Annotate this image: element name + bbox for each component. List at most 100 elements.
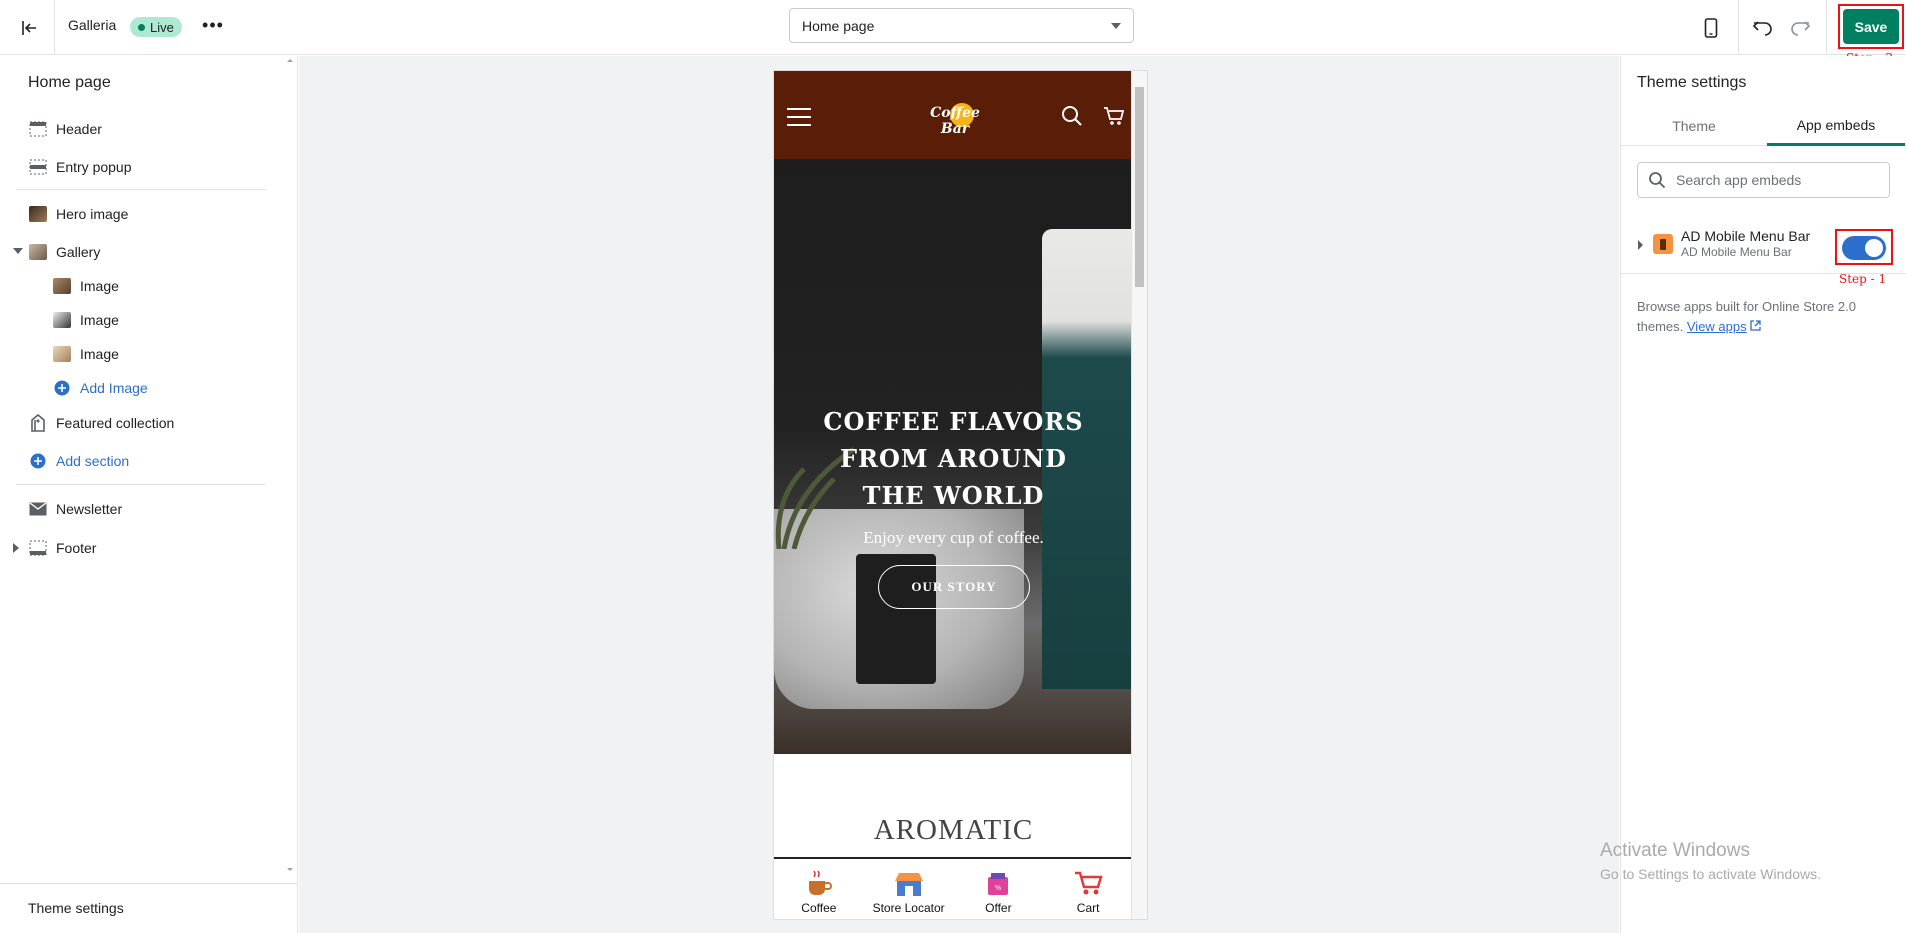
divider xyxy=(16,484,266,485)
sections-sidebar: Home page Header Entry popup Hero image … xyxy=(0,56,298,933)
mobile-preview-icon[interactable] xyxy=(1696,13,1726,43)
top-bar: Galleria Live ••• Home page Save xyxy=(0,0,1906,55)
image-thumbnail-icon xyxy=(52,311,72,329)
tab-theme[interactable]: Theme xyxy=(1621,106,1767,146)
header-section-icon xyxy=(28,120,48,138)
plus-circle-icon xyxy=(52,379,72,397)
add-image-button[interactable]: Add Image xyxy=(0,373,282,403)
exit-icon[interactable] xyxy=(14,13,44,43)
sidebar-scrollbar[interactable] xyxy=(283,56,297,876)
sidebar-item-hero-image[interactable]: Hero image xyxy=(0,199,282,229)
sidebar-item-gallery[interactable]: Gallery xyxy=(0,237,282,267)
status-label: Live xyxy=(150,19,174,35)
store-header: Coffee Bar xyxy=(774,71,1133,159)
sidebar-item-image[interactable]: Image xyxy=(0,339,282,369)
coffee-cup-icon xyxy=(804,869,834,897)
section-title: AROMATIC xyxy=(873,814,1034,846)
theme-name: Galleria xyxy=(68,17,117,33)
more-actions-button[interactable]: ••• xyxy=(200,14,226,40)
tab-app-embeds[interactable]: App embeds xyxy=(1767,106,1905,146)
plus-circle-icon xyxy=(28,452,48,470)
sidebar-item-label: Newsletter xyxy=(56,501,123,517)
add-section-button[interactable]: Add section xyxy=(0,446,282,476)
expand-caret-icon[interactable] xyxy=(1638,240,1643,250)
divider xyxy=(54,0,55,55)
divider xyxy=(16,189,266,190)
popup-section-icon xyxy=(28,158,48,176)
view-apps-link[interactable]: View apps xyxy=(1687,319,1747,334)
offer-icon: % xyxy=(983,869,1013,897)
divider xyxy=(1738,0,1739,55)
undo-icon[interactable] xyxy=(1748,13,1778,43)
mobile-menu-item-offer[interactable]: % Offer xyxy=(954,859,1044,919)
save-button[interactable]: Save xyxy=(1843,9,1899,44)
mobile-preview-frame: Coffee Bar COFFEE FLAVORS FROM AROUND TH… xyxy=(773,70,1148,920)
mobile-menu-label: Store Locator xyxy=(872,901,945,915)
search-icon[interactable] xyxy=(1061,105,1083,130)
sidebar-item-label: Header xyxy=(56,121,102,137)
hero-subtitle: Enjoy every cup of coffee. xyxy=(863,528,1044,547)
page-select[interactable]: Home page xyxy=(789,8,1134,43)
cart-icon[interactable] xyxy=(1103,105,1125,130)
scrollbar-thumb[interactable] xyxy=(1135,87,1144,287)
store-icon xyxy=(894,869,924,897)
sidebar-title: Home page xyxy=(28,74,111,91)
search-app-embeds-input[interactable]: Search app embeds xyxy=(1637,162,1890,198)
step-1-label: Step - 1 xyxy=(1839,272,1887,286)
store-logo[interactable]: Coffee Bar xyxy=(920,93,990,137)
cart-icon xyxy=(1073,869,1103,897)
browse-apps-text: Browse apps built for Online Store 2.0 t… xyxy=(1637,297,1899,337)
page-select-value: Home page xyxy=(802,17,875,34)
theme-settings-label: Theme settings xyxy=(28,900,124,916)
hamburger-menu-icon[interactable] xyxy=(786,107,812,130)
svg-text:%: % xyxy=(995,884,1002,892)
mobile-menu-item-coffee[interactable]: Coffee xyxy=(774,859,864,919)
sidebar-item-header[interactable]: Header xyxy=(0,114,282,144)
sidebar-item-label: Hero image xyxy=(56,206,129,222)
sidebar-item-featured-collection[interactable]: Featured collection xyxy=(0,408,282,438)
logo-text: Coffee Bar xyxy=(930,105,980,137)
tag-icon xyxy=(28,414,48,432)
sidebar-item-label: Image xyxy=(80,312,119,328)
preview-area: Coffee Bar COFFEE FLAVORS FROM AROUND TH… xyxy=(299,56,1619,933)
sidebar-item-image[interactable]: Image xyxy=(0,271,282,301)
sidebar-item-image[interactable]: Image xyxy=(0,305,282,335)
sidebar-item-label: Image xyxy=(80,346,119,362)
mobile-menu-label: Coffee xyxy=(801,901,837,915)
image-thumbnail-icon xyxy=(52,345,72,363)
browse-apps-description: Browse apps built for Online Store 2.0 t… xyxy=(1637,299,1856,334)
mobile-menu-label: Offer xyxy=(985,901,1012,915)
theme-settings-link[interactable]: Theme settings xyxy=(0,883,298,933)
sidebar-item-label: Image xyxy=(80,278,119,294)
settings-tabs: Theme App embeds xyxy=(1621,106,1906,146)
search-icon xyxy=(1648,171,1666,192)
redo-icon[interactable] xyxy=(1785,13,1815,43)
envelope-icon xyxy=(28,500,48,518)
watermark-title: Activate Windows xyxy=(1600,840,1750,861)
app-embed-toggle[interactable] xyxy=(1842,236,1886,260)
mobile-menu-item-store-locator[interactable]: Store Locator xyxy=(864,859,954,919)
windows-activation-watermark: Activate Windows Go to Settings to activ… xyxy=(1600,840,1821,882)
step-1-highlight xyxy=(1835,229,1893,265)
toggle-knob xyxy=(1865,239,1883,257)
panel-title: Theme settings xyxy=(1637,74,1747,91)
theme-settings-panel: Theme settings Theme App embeds Search a… xyxy=(1620,56,1906,933)
external-link-icon xyxy=(1750,319,1761,334)
hero-title: COFFEE FLAVORS FROM AROUND THE WORLD xyxy=(823,407,1084,510)
preview-scrollbar[interactable] xyxy=(1131,71,1147,919)
add-image-label: Add Image xyxy=(80,380,148,396)
sidebar-item-entry-popup[interactable]: Entry popup xyxy=(0,152,282,182)
sidebar-item-label: Entry popup xyxy=(56,159,132,175)
mobile-menu-item-cart[interactable]: Cart xyxy=(1043,859,1133,919)
footer-section-icon xyxy=(28,539,48,557)
add-section-label: Add section xyxy=(56,453,130,469)
hero-image-thumbnail-icon xyxy=(28,205,48,223)
divider xyxy=(1826,0,1827,55)
sidebar-item-footer[interactable]: Footer xyxy=(0,533,282,563)
our-story-button[interactable]: OUR STORY xyxy=(878,565,1030,609)
step-2-highlight: Save xyxy=(1838,4,1904,49)
search-placeholder: Search app embeds xyxy=(1676,172,1802,188)
sidebar-item-newsletter[interactable]: Newsletter xyxy=(0,494,282,524)
app-embed-name: AD Mobile Menu Bar xyxy=(1681,228,1811,244)
sidebar-item-label: Featured collection xyxy=(56,415,175,431)
